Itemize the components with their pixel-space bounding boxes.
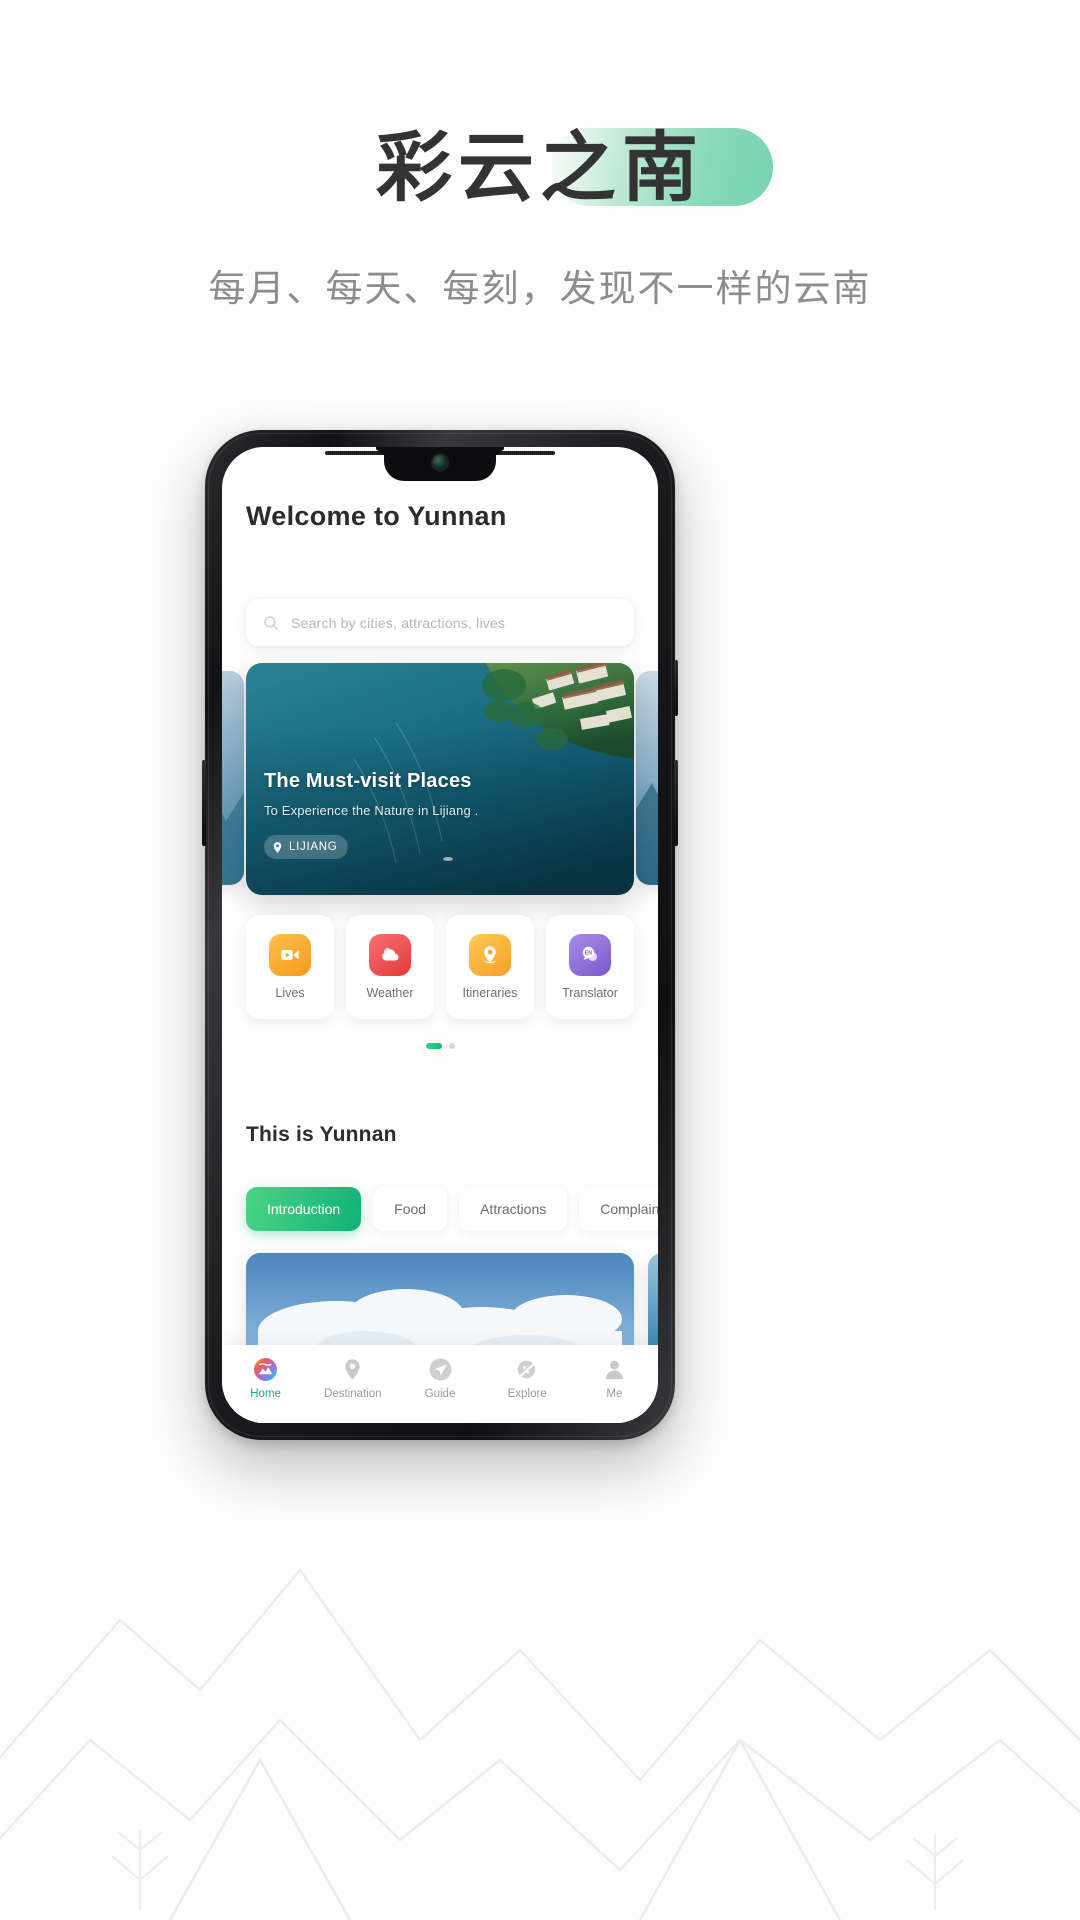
phone-screen: Welcome to Yunnan Search by cities, attr…	[222, 447, 658, 1423]
nav-label: Destination	[324, 1388, 382, 1400]
secondary-side-button[interactable]	[674, 760, 678, 846]
tab-label: Food	[394, 1201, 427, 1217]
planet-icon	[517, 1360, 538, 1379]
poster-title: 彩云之南	[376, 123, 704, 212]
nav-item-destination[interactable]: Destination	[309, 1357, 396, 1400]
nav-item-explore[interactable]: Explore	[484, 1357, 571, 1400]
volume-button[interactable]	[202, 760, 206, 846]
translate-chat-icon: EN	[569, 934, 611, 976]
location-pin-icon	[345, 1359, 360, 1380]
map-pin-icon	[469, 934, 511, 976]
tab-label: Introduction	[267, 1201, 341, 1217]
poster-subtitle: 每月、每天、每刻，发现不一样的云南	[208, 267, 872, 310]
quick-action-translator[interactable]: EN Translator	[546, 915, 634, 1019]
power-button[interactable]	[674, 660, 678, 716]
poster-page: 彩云之南 每月、每天、每刻，发现不一样的云南 Welcome to Yunnan…	[0, 0, 1080, 1920]
home-mountain-icon	[254, 1358, 278, 1381]
search-icon	[264, 615, 279, 630]
phone-mockup: Welcome to Yunnan Search by cities, attr…	[202, 430, 678, 1440]
nav-item-home[interactable]: Home	[222, 1357, 309, 1400]
hero-location-badge[interactable]: LIJIANG	[264, 835, 349, 859]
location-pin-icon	[273, 841, 282, 853]
quick-action-itineraries[interactable]: Itineraries	[446, 915, 534, 1019]
nav-label: Guide	[424, 1388, 456, 1400]
tab-label: Complaints	[600, 1201, 658, 1217]
front-camera	[432, 455, 448, 470]
hero-carousel[interactable]: The Must-visit Places To Experience the …	[222, 663, 658, 895]
hero-prev-image	[222, 671, 244, 885]
person-icon	[605, 1360, 624, 1380]
page-title: Welcome to Yunnan	[246, 501, 507, 531]
hero-card-active[interactable]: The Must-visit Places To Experience the …	[246, 663, 634, 895]
hero-badge-label: LIJIANG	[289, 841, 338, 853]
hero-next-image	[636, 671, 658, 885]
hero-card-previous[interactable]	[222, 671, 244, 885]
travel-app: Welcome to Yunnan Search by cities, attr…	[222, 447, 658, 1423]
svg-text:EN: EN	[585, 950, 592, 956]
quick-action-label: Lives	[275, 986, 305, 1000]
quick-action-label: Translator	[562, 986, 618, 1000]
nav-label: Home	[250, 1388, 281, 1400]
tab-food[interactable]: Food	[373, 1187, 448, 1231]
paper-plane-icon	[429, 1358, 451, 1381]
category-tabs[interactable]: Introduction Food Attractions Complaints	[246, 1187, 658, 1231]
poster-headline-container: 彩云之南	[0, 120, 1080, 216]
nav-label: Me	[606, 1388, 623, 1400]
quick-actions-rail[interactable]: Lives Weather Itineraries EN Translator	[222, 915, 658, 1019]
nav-item-me[interactable]: Me	[571, 1357, 658, 1400]
carousel-dot-active[interactable]	[425, 1043, 442, 1049]
tab-label: Attractions	[480, 1201, 547, 1217]
video-camera-icon	[269, 934, 311, 976]
nav-item-guide[interactable]: Guide	[396, 1357, 483, 1400]
tab-attractions[interactable]: Attractions	[459, 1187, 568, 1231]
section-title: This is Yunnan	[246, 1123, 397, 1146]
quick-action-label: Weather	[366, 986, 414, 1000]
carousel-dot[interactable]	[448, 1043, 455, 1049]
bottom-navigation[interactable]: Home Destination Guide Explore Me	[222, 1345, 658, 1423]
search-placeholder: Search by cities, attractions, lives	[291, 614, 506, 631]
hero-title: The Must-visit Places	[264, 770, 472, 792]
cloud-icon	[369, 934, 411, 976]
carousel-dots[interactable]	[222, 1043, 658, 1049]
tab-complaints[interactable]: Complaints	[579, 1187, 658, 1231]
nav-label: Explore	[507, 1388, 547, 1400]
quick-action-weather[interactable]: Weather	[346, 915, 434, 1019]
quick-action-label: Itineraries	[462, 986, 518, 1000]
hero-card-next[interactable]	[636, 671, 658, 885]
search-input[interactable]: Search by cities, attractions, lives	[246, 599, 634, 646]
hero-subtitle: To Experience the Nature in Lijiang .	[264, 803, 479, 818]
quick-action-lives[interactable]: Lives	[246, 915, 334, 1019]
tab-introduction[interactable]: Introduction	[246, 1187, 362, 1231]
